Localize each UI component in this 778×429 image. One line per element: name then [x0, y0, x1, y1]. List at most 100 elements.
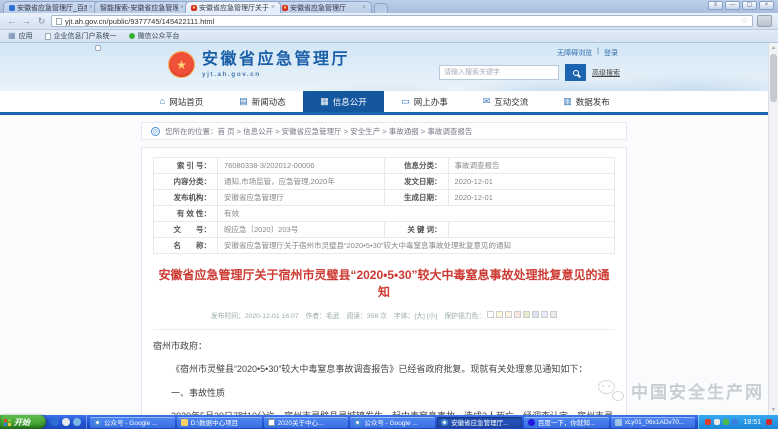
windows-taskbar: 开始 公众号 - Google ... D:\数据中心项目 2020关于中心..…: [0, 415, 778, 429]
tab-title: 安徽省应急管理厅_百度搜: [17, 3, 87, 13]
font-bigger-button[interactable]: [大]: [414, 313, 425, 320]
scroll-down-arrow-icon[interactable]: ▼: [769, 405, 778, 415]
color-swatch[interactable]: [514, 311, 521, 318]
bookmark-item-1[interactable]: 企业信息门户系统一: [45, 31, 117, 41]
folder-icon: [181, 419, 188, 426]
nav-item-news[interactable]: ▤ 新闻动态: [222, 91, 303, 112]
screen: 安徽省应急管理厅_百度搜 × 智能搜索-安徽省应急管理 × ★ 安徽省应急管理厅…: [0, 0, 778, 429]
search-button[interactable]: [565, 64, 586, 81]
window-maximize-button[interactable]: ▢: [742, 1, 757, 10]
publish-time: 发布时间：2020-12-01 16:07: [211, 310, 299, 320]
browser-tab-4[interactable]: ★ 安徽省应急管理厅 ×: [276, 1, 372, 13]
quick-launch-desktop-icon[interactable]: [62, 418, 70, 426]
site-logo-row[interactable]: ★ 安徽省应急管理厅 yjt.ah.gov.cn: [168, 51, 350, 78]
tray-volume-icon[interactable]: [714, 419, 720, 425]
meta-label: 发布机构：: [154, 190, 218, 206]
bookmark-item-2[interactable]: 微信公众平台: [129, 31, 180, 41]
url-input[interactable]: yjt.ah.gov.cn/public/9377745/145422111.h…: [51, 15, 753, 27]
meta-label: 关 键 词：: [384, 222, 448, 238]
nav-item-data-release[interactable]: ▥ 数据发布: [546, 91, 627, 112]
color-swatch[interactable]: [532, 311, 539, 318]
national-emblem-icon: ★: [168, 51, 195, 78]
task-button-3[interactable]: 2020关于中心...: [264, 417, 349, 428]
bookmark-label: 企业信息门户系统一: [54, 31, 117, 41]
color-swatch[interactable]: [550, 311, 557, 318]
chrome-icon: [94, 419, 101, 426]
task-label: 安徽省应急管理厅...: [451, 417, 508, 427]
scroll-up-arrow-icon[interactable]: ▲: [769, 43, 778, 53]
task-button-7[interactable]: xLy01_06x1ADv70...: [611, 417, 696, 428]
forward-button-icon[interactable]: →: [21, 16, 32, 27]
browser-menu-button[interactable]: [757, 15, 772, 27]
tab-title: 智能搜索-安徽省应急管理: [100, 3, 178, 13]
address-bar: ← → ↻ yjt.ah.gov.cn/public/9377745/14542…: [0, 13, 778, 30]
task-label: xLy01_06x1ADv70...: [625, 419, 685, 426]
window-menu-button[interactable]: ≡: [708, 1, 723, 10]
tray-alert-icon[interactable]: [766, 419, 772, 425]
news-icon: ▤: [239, 97, 248, 106]
browser-tab-bar: 安徽省应急管理厅_百度搜 × 智能搜索-安徽省应急管理 × ★ 安徽省应急管理厅…: [0, 0, 778, 13]
bookmark-star-icon[interactable]: ☆: [741, 17, 748, 25]
meta-label: 发文日期：: [384, 174, 448, 190]
reload-button-icon[interactable]: ↻: [36, 16, 47, 27]
advanced-search-link[interactable]: 高级搜索: [592, 68, 620, 78]
accessibility-link[interactable]: 无障碍浏览: [557, 48, 592, 58]
vertical-scrollbar[interactable]: ▲ ▼: [768, 43, 778, 415]
tab-close-icon[interactable]: ×: [362, 4, 366, 11]
back-button-icon[interactable]: ←: [6, 16, 17, 27]
search-input[interactable]: [439, 65, 559, 80]
author: 作者：毛武: [306, 310, 340, 320]
task-button-6[interactable]: 百度一下，你就知...: [524, 417, 609, 428]
browser-tab-1[interactable]: 安徽省应急管理厅_百度搜 ×: [3, 1, 99, 13]
quick-launch-browser-icon[interactable]: [73, 418, 81, 426]
meta-label: 生成日期：: [384, 190, 448, 206]
nav-item-online-services[interactable]: ▭ 网上办事: [384, 91, 465, 112]
task-button-4[interactable]: 公众号 - Google ...: [350, 417, 435, 428]
color-swatch[interactable]: [487, 311, 494, 318]
baidu-favicon-icon: [9, 5, 15, 11]
gov-emblem-favicon-icon: ★: [282, 5, 288, 11]
scrollbar-thumb[interactable]: [770, 54, 777, 102]
nav-item-home[interactable]: ⌂ 网站首页: [141, 91, 222, 112]
color-swatch[interactable]: [523, 311, 530, 318]
tab-close-icon[interactable]: ×: [180, 4, 184, 11]
login-link[interactable]: 登录: [604, 48, 618, 58]
task-button-1[interactable]: 公众号 - Google ...: [90, 417, 175, 428]
page-title: 安徽省应急管理厅关于宿州市灵璧县“2020•5•30”较大中毒窒息事故处理批复意…: [155, 267, 613, 301]
start-button[interactable]: 开始: [0, 415, 46, 429]
meta-label: 有 效 性：: [154, 206, 218, 222]
color-swatch[interactable]: [496, 311, 503, 318]
color-swatch[interactable]: [541, 311, 548, 318]
font-smaller-button[interactable]: [小]: [427, 313, 438, 320]
breadcrumb-text[interactable]: 您所在的位置：首 页 > 信息公开 > 安徽省应急管理厅 > 安全生产 > 事故…: [165, 126, 472, 137]
font-size-controls: 字体：[大] [小]: [394, 310, 437, 320]
taskbar-clock[interactable]: 18:51: [741, 419, 763, 426]
task-button-2[interactable]: D:\数据中心项目: [177, 417, 262, 428]
quick-launch-ie-icon[interactable]: [51, 418, 59, 426]
window-minimize-button[interactable]: —: [725, 1, 740, 10]
tray-app-icon[interactable]: [723, 419, 729, 425]
url-text[interactable]: yjt.ah.gov.cn/public/9377745/145422111.h…: [65, 17, 738, 26]
apps-shortcut[interactable]: ▦ 应用: [8, 31, 33, 41]
meta-value: 2020-12-01: [448, 174, 615, 190]
meta-label: 信息分类：: [384, 158, 448, 174]
tab-close-icon[interactable]: ×: [89, 4, 93, 11]
tab-close-icon[interactable]: ×: [271, 4, 275, 11]
tray-security-icon[interactable]: [705, 419, 711, 425]
task-label: 2020关于中心...: [278, 417, 324, 427]
nav-item-interaction[interactable]: ✉ 互动交流: [465, 91, 546, 112]
new-tab-button[interactable]: [374, 3, 388, 13]
color-swatch[interactable]: [505, 311, 512, 318]
browser-tab-2[interactable]: 智能搜索-安徽省应急管理 ×: [94, 1, 190, 13]
table-row: 名 称： 安徽省应急管理厅关于宿州市灵璧县“2020•5•30”较大中毒窒息事故…: [154, 238, 615, 254]
tray-network-icon[interactable]: [732, 419, 738, 425]
table-row: 索 引 号： 76080338-3/202012-00006 信息分类： 事故调…: [154, 158, 615, 174]
nav-label: 互动交流: [494, 96, 528, 108]
tab-title: 安徽省应急管理厅: [290, 3, 360, 13]
browser-tab-3-active[interactable]: ★ 安徽省应急管理厅关于宿 ×: [185, 1, 281, 13]
document-meta-table: 索 引 号： 76080338-3/202012-00006 信息分类： 事故调…: [153, 157, 615, 254]
nav-item-info-disclosure[interactable]: ▦ 信息公开: [303, 91, 384, 112]
task-button-5-active[interactable]: 安徽省应急管理厅...: [437, 417, 522, 428]
table-row: 有 效 性： 有效: [154, 206, 615, 222]
window-close-button[interactable]: ×: [759, 1, 774, 10]
